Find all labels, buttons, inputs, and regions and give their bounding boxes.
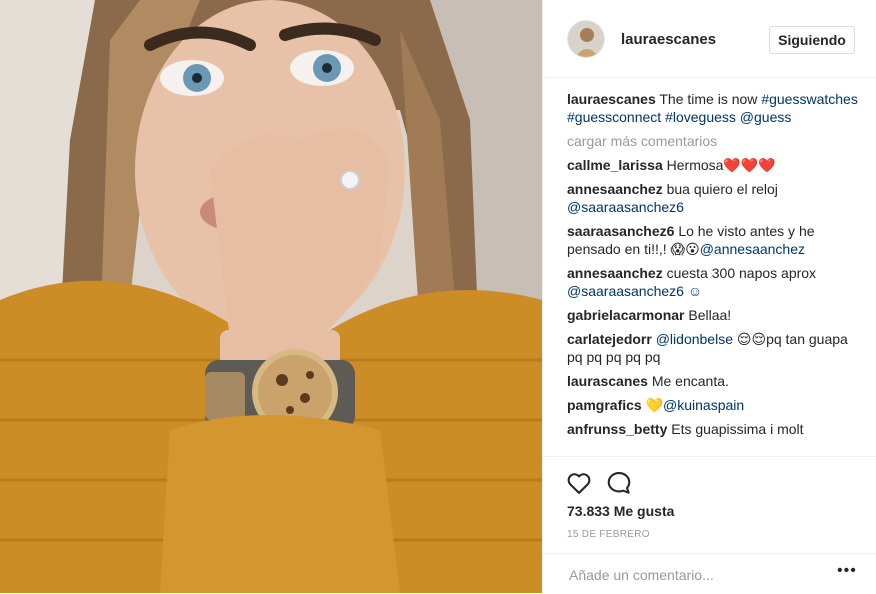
ellipsis-icon: ••• [837, 562, 857, 579]
comment-button[interactable] [605, 469, 633, 497]
add-comment-input[interactable] [567, 564, 811, 586]
comment-username[interactable]: callme_larissa [567, 157, 663, 173]
comment-text: bua quiero el reloj [666, 181, 778, 197]
hashtag-loveguess[interactable]: #loveguess [665, 109, 736, 125]
comment-item: anfrunss_betty Ets guapissima i molt [567, 420, 861, 438]
heart-outline-icon [567, 473, 591, 494]
comment-item: laurascanes Me encanta. [567, 372, 861, 390]
post-actions: 73.833 Me gusta 15 DE FEBRERO ••• [543, 456, 876, 593]
comment-username[interactable]: carlatejedorr [567, 331, 652, 347]
post-header: lauraescanes Siguiendo [543, 0, 876, 78]
more-options-button[interactable]: ••• [837, 563, 856, 579]
comment-username[interactable]: pamgrafics [567, 397, 642, 413]
add-comment-row: ••• [543, 553, 876, 594]
comment-text: Me encanta. [651, 373, 729, 389]
photo-illustration [0, 0, 542, 593]
comment-mention[interactable]: @annesaanchez [700, 241, 805, 257]
comment-username[interactable]: annesaanchez [567, 181, 663, 197]
comment-username[interactable]: annesaanchez [567, 265, 663, 281]
comment-item: carlatejedorr @lidonbelse 😌😌pq tan guapa… [567, 330, 861, 366]
comment-item: pamgrafics 💛@kuinaspain [567, 396, 861, 414]
comment-item: annesaanchez bua quiero el reloj @saaraa… [567, 180, 861, 216]
comment-mention[interactable]: @saaraasanchez6 [567, 199, 684, 215]
post-details-panel: lauraescanes Siguiendo lauraescanes The … [542, 0, 876, 593]
comment-item: saaraasanchez6 Lo he visto antes y he pe… [567, 222, 861, 258]
comment-text: Hermosa❤️❤️❤️ [666, 157, 776, 173]
caption-username[interactable]: lauraescanes [567, 91, 656, 107]
comment-text: Ets guapissima i molt [671, 421, 804, 437]
like-button[interactable] [565, 469, 593, 497]
comment-username[interactable]: saaraasanchez6 [567, 223, 674, 239]
post-date[interactable]: 15 DE FEBRERO [567, 529, 650, 540]
hashtag-guesswatches[interactable]: #guesswatches [761, 91, 858, 107]
speech-bubble-icon [607, 472, 631, 494]
comment-item: callme_larissa Hermosa❤️❤️❤️ [567, 156, 861, 174]
comment-mention[interactable]: @saaraasanchez6 ☺ [567, 283, 702, 299]
comment-text: cuesta 300 napos aprox [666, 265, 817, 281]
comment-username[interactable]: laurascanes [567, 373, 648, 389]
instagram-post-view: lauraescanes Siguiendo lauraescanes The … [0, 0, 876, 593]
avatar-image [568, 21, 604, 57]
hashtag-guessconnect[interactable]: #guessconnect [567, 109, 661, 125]
comment-text: 💛 [645, 397, 664, 413]
comment-username[interactable]: anfrunss_betty [567, 421, 667, 437]
post-author-username[interactable]: lauraescanes [621, 31, 716, 48]
post-photo[interactable] [0, 0, 542, 593]
comment-item: gabrielacarmonar Bellaa! [567, 306, 861, 324]
comments-list[interactable]: lauraescanes The time is now #guesswatch… [567, 90, 861, 456]
mention-guess[interactable]: @guess [740, 109, 792, 125]
comment-username[interactable]: gabrielacarmonar [567, 307, 685, 323]
avatar[interactable] [567, 20, 605, 58]
comment-mention[interactable]: @lidonbelse [656, 331, 733, 347]
comment-mention[interactable]: @kuinaspain [663, 397, 744, 413]
comment-text: Bellaa! [688, 307, 732, 323]
post-caption: lauraescanes The time is now #guesswatch… [567, 90, 861, 126]
following-button[interactable]: Siguiendo [769, 26, 855, 54]
likes-count[interactable]: 73.833 Me gusta [567, 503, 674, 519]
caption-text: The time is now [659, 91, 758, 107]
load-more-comments-link[interactable]: cargar más comentarios [567, 132, 861, 150]
comment-item: annesaanchez cuesta 300 napos aprox @saa… [567, 264, 861, 300]
